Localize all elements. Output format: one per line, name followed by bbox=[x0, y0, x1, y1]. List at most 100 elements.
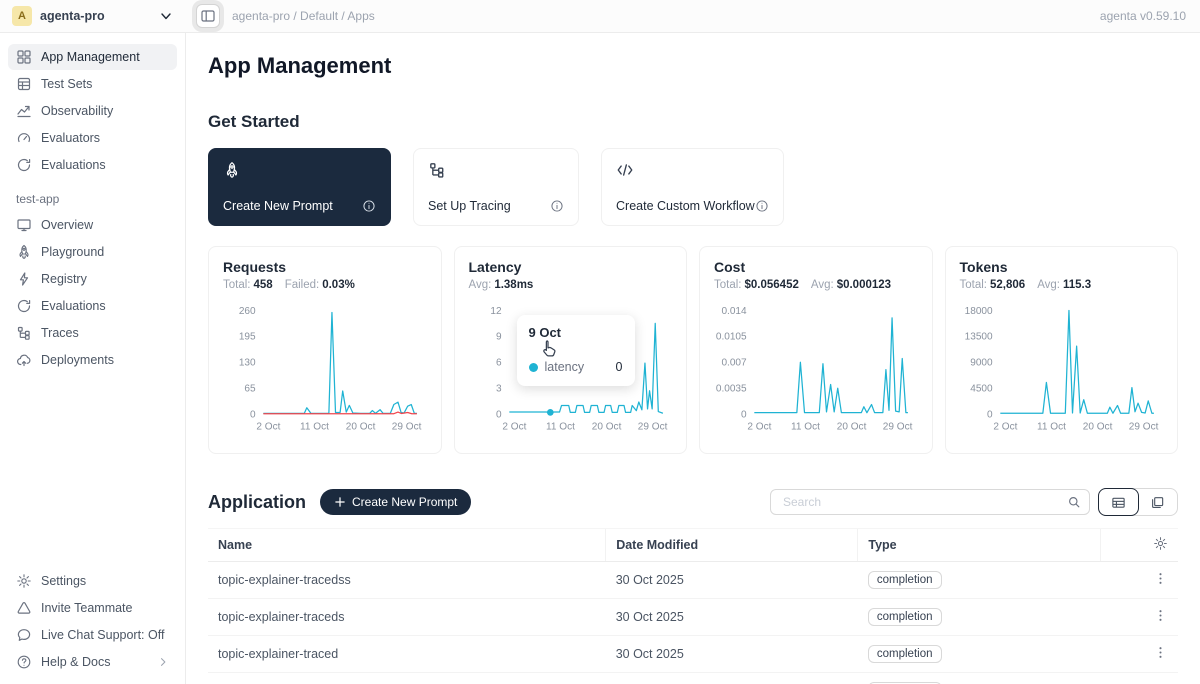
table-row-career-assessment[interactable]: career-assessment27 Oct 2025completion bbox=[208, 673, 1178, 684]
sidebar-item-help-docs[interactable]: Help & Docs bbox=[8, 649, 177, 675]
table-row-topic-explainer-traceds[interactable]: topic-explainer-traceds30 Oct 2025comple… bbox=[208, 599, 1178, 636]
sidebar-item-evaluators[interactable]: Evaluators bbox=[8, 125, 177, 151]
svg-text:29 Oct: 29 Oct bbox=[637, 421, 667, 432]
sidebar-item-settings[interactable]: Settings bbox=[8, 568, 177, 594]
bolt-icon bbox=[16, 271, 32, 287]
get-started-card-create-new-prompt[interactable]: Create New Prompt bbox=[208, 148, 391, 226]
cost-chart[interactable]: 0.0140.01050.0070.003502 Oct11 Oct20 Oct… bbox=[714, 295, 918, 443]
sidebar-item-label: Help & Docs bbox=[41, 655, 110, 669]
date-modified-cell: 27 Oct 2025 bbox=[606, 673, 858, 684]
search-input[interactable] bbox=[781, 494, 1067, 510]
get-started-card-set-up-tracing[interactable]: Set Up Tracing bbox=[413, 148, 579, 226]
chart-tooltip: 9 Octlatency0 bbox=[517, 315, 635, 386]
requests-chart[interactable]: 2601951306502 Oct11 Oct20 Oct29 Oct bbox=[223, 295, 427, 443]
sidebar-item-playground[interactable]: Playground bbox=[8, 239, 177, 265]
search-icon[interactable] bbox=[1067, 495, 1081, 509]
table-header-row: NameDate ModifiedType bbox=[208, 529, 1178, 562]
sidebar-item-invite-teammate[interactable]: Invite Teammate bbox=[8, 595, 177, 621]
cloud-icon bbox=[16, 352, 32, 368]
sidebar-item-overview[interactable]: Overview bbox=[8, 212, 177, 238]
sidebar-item-label: Traces bbox=[41, 326, 79, 340]
stat-meta-label: Avg: bbox=[1037, 279, 1060, 291]
stat-card-title: Tokens bbox=[960, 259, 1164, 275]
sidebar-item-label: Invite Teammate bbox=[41, 601, 132, 615]
sidebar-item-evaluations[interactable]: Evaluations bbox=[8, 293, 177, 319]
stats-cards: RequestsTotal:458Failed:0.03%26019513065… bbox=[208, 246, 1178, 454]
column-header-name: Name bbox=[208, 529, 606, 562]
column-header-date-modified: Date Modified bbox=[606, 529, 858, 562]
sidebar-item-test-sets[interactable]: Test Sets bbox=[8, 71, 177, 97]
table-view-button[interactable] bbox=[1098, 488, 1139, 516]
question-circle-icon bbox=[16, 654, 32, 670]
tooltip-value: 0 bbox=[616, 360, 623, 374]
sidebar-item-label: Observability bbox=[41, 104, 113, 118]
card-view-button[interactable] bbox=[1138, 489, 1177, 515]
sidebar: App Management Test Sets Observability Eval… bbox=[0, 33, 186, 684]
application-header: Application Create New Prompt bbox=[208, 488, 1178, 516]
sidebar-item-registry[interactable]: Registry bbox=[8, 266, 177, 292]
sidebar-item-traces[interactable]: Traces bbox=[8, 320, 177, 346]
sidebar-item-label: App Management bbox=[41, 50, 140, 64]
svg-text:0.0105: 0.0105 bbox=[716, 332, 747, 343]
apps-table-body: topic-explainer-tracedss30 Oct 2025compl… bbox=[208, 562, 1178, 684]
svg-text:6: 6 bbox=[496, 358, 502, 369]
dots-vertical-icon bbox=[1153, 608, 1168, 623]
svg-text:12: 12 bbox=[490, 306, 502, 317]
sidebar-item-live-chat-support-off[interactable]: Live Chat Support: Off bbox=[8, 622, 177, 648]
svg-text:0: 0 bbox=[250, 409, 256, 420]
date-modified-cell: 30 Oct 2025 bbox=[606, 562, 858, 599]
stat-meta-label: Avg: bbox=[469, 279, 492, 291]
row-actions-button[interactable] bbox=[1153, 645, 1168, 663]
sidebar-item-label: Test Sets bbox=[41, 77, 92, 91]
column-header-type: Type bbox=[858, 529, 1101, 562]
sidebar-item-app-management[interactable]: App Management bbox=[8, 44, 177, 70]
app-name-cell: topic-explainer-traced bbox=[208, 636, 606, 673]
sidebar-item-observability[interactable]: Observability bbox=[8, 98, 177, 124]
sidebar-item-label: Settings bbox=[41, 574, 86, 588]
table-row-topic-explainer-tracedss[interactable]: topic-explainer-tracedss30 Oct 2025compl… bbox=[208, 562, 1178, 599]
svg-text:9: 9 bbox=[496, 332, 502, 343]
sidebar-item-label: Evaluations bbox=[41, 158, 106, 172]
gear-icon[interactable] bbox=[1153, 536, 1168, 551]
svg-text:20 Oct: 20 Oct bbox=[591, 421, 621, 432]
row-actions-button[interactable] bbox=[1153, 608, 1168, 626]
search-box[interactable] bbox=[770, 489, 1090, 515]
stat-meta: Total:$0.056452Avg:$0.000123 bbox=[714, 279, 918, 291]
svg-text:29 Oct: 29 Oct bbox=[392, 421, 422, 432]
create-new-prompt-button[interactable]: Create New Prompt bbox=[320, 489, 471, 515]
svg-text:260: 260 bbox=[239, 306, 256, 317]
table-row-topic-explainer-traced[interactable]: topic-explainer-traced30 Oct 2025complet… bbox=[208, 636, 1178, 673]
svg-text:65: 65 bbox=[244, 384, 256, 395]
svg-text:20 Oct: 20 Oct bbox=[837, 421, 867, 432]
row-actions-button[interactable] bbox=[1153, 571, 1168, 589]
sidebar-item-label: Playground bbox=[41, 245, 104, 259]
version-label: agenta v0.59.10 bbox=[1100, 9, 1186, 23]
sidebar-toggle-button[interactable] bbox=[196, 4, 220, 28]
get-started-card-create-custom-workflow[interactable]: Create Custom Workflow bbox=[601, 148, 784, 226]
tree-icon bbox=[428, 161, 446, 179]
sidebar-footer-nav: Settings Invite Teammate Live Chat Support… bbox=[0, 567, 185, 676]
svg-text:13500: 13500 bbox=[964, 332, 992, 343]
table-icon bbox=[16, 76, 32, 92]
chat-icon bbox=[16, 627, 32, 643]
sidebar-item-deployments[interactable]: Deployments bbox=[8, 347, 177, 373]
type-cell: completion bbox=[858, 562, 1101, 599]
stat-meta-label: Total: bbox=[714, 279, 742, 291]
get-started-card-label: Set Up Tracing bbox=[428, 199, 511, 213]
code-icon bbox=[616, 161, 634, 179]
sidebar-item-evaluations[interactable]: Evaluations bbox=[8, 152, 177, 178]
tokens-chart[interactable]: 18000135009000450002 Oct11 Oct20 Oct29 O… bbox=[960, 295, 1164, 443]
stat-card-title: Cost bbox=[714, 259, 918, 275]
date-modified-cell: 30 Oct 2025 bbox=[606, 599, 858, 636]
column-settings-header bbox=[1100, 529, 1178, 562]
workspace-selector[interactable]: A agenta-pro bbox=[0, 6, 186, 26]
svg-text:4500: 4500 bbox=[970, 384, 993, 395]
info-icon bbox=[362, 199, 376, 213]
sidebar-item-label: Overview bbox=[41, 218, 93, 232]
svg-text:29 Oct: 29 Oct bbox=[1128, 421, 1158, 432]
dots-vertical-icon bbox=[1153, 645, 1168, 660]
get-started-heading: Get Started bbox=[208, 112, 1178, 132]
sidebar-main-nav: App Management Test Sets Observability Eval… bbox=[0, 43, 185, 179]
type-badge: completion bbox=[868, 608, 942, 626]
dots-vertical-icon bbox=[1153, 571, 1168, 586]
